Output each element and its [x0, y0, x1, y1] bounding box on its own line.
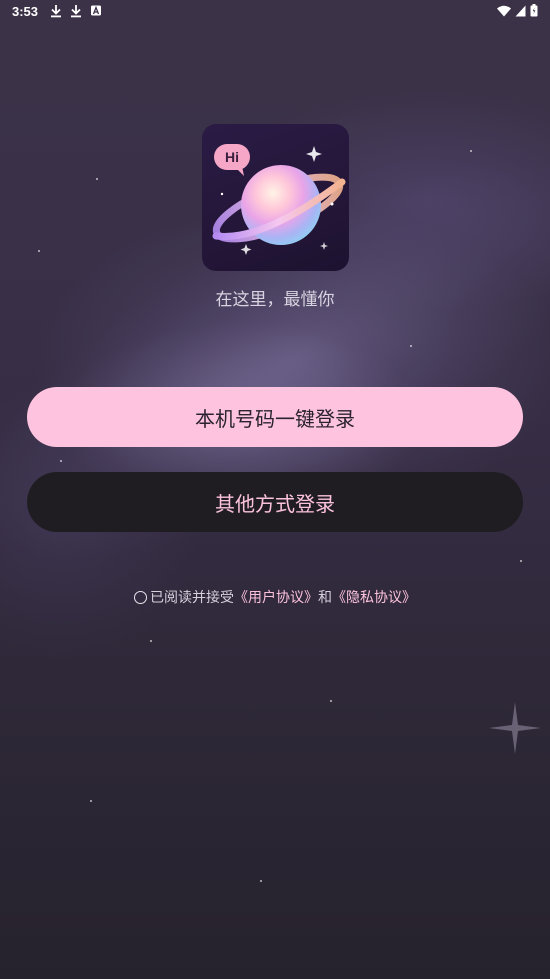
star [330, 700, 332, 702]
status-time: 3:53 [12, 4, 39, 19]
star [38, 250, 40, 252]
star [260, 880, 262, 882]
one-click-login-button[interactable]: 本机号码一键登录 [27, 387, 523, 447]
font-a-icon [90, 4, 102, 18]
user-agreement-link[interactable]: 《用户协议》 [234, 587, 318, 607]
privacy-policy-link[interactable]: 《隐私协议》 [332, 587, 416, 607]
agreement-conjunction: 和 [318, 590, 332, 606]
agreement-prefix: 已阅读并接受 [150, 590, 234, 606]
star [90, 800, 92, 802]
battery-icon [530, 4, 538, 17]
status-bar: 3:53 [0, 0, 550, 24]
logo-bubble-text: Hi [225, 149, 239, 165]
login-screen: 3:53 Hi 在这里，最懂你 本机号码一键登录 其他方式登录 已阅读并接受 《… [0, 0, 550, 979]
star [60, 460, 62, 462]
sparkle-decoration-icon [489, 702, 541, 754]
app-slogan: 在这里，最懂你 [215, 290, 335, 310]
star [470, 150, 472, 152]
wifi-icon [497, 5, 511, 17]
star [96, 178, 98, 180]
system-icons [497, 4, 538, 17]
planet-logo-icon: Hi [202, 124, 349, 271]
download-icon [70, 4, 82, 18]
cellular-signal-icon [515, 5, 526, 17]
notification-icons [50, 4, 102, 18]
star [410, 345, 412, 347]
other-login-methods-button[interactable]: 其他方式登录 [27, 472, 523, 532]
download-icon [50, 4, 62, 18]
star [150, 640, 152, 642]
agreement-checkbox[interactable] [134, 590, 147, 604]
star [520, 560, 522, 562]
agreement-row: 已阅读并接受 《用户协议》 和 《隐私协议》 [0, 587, 550, 607]
